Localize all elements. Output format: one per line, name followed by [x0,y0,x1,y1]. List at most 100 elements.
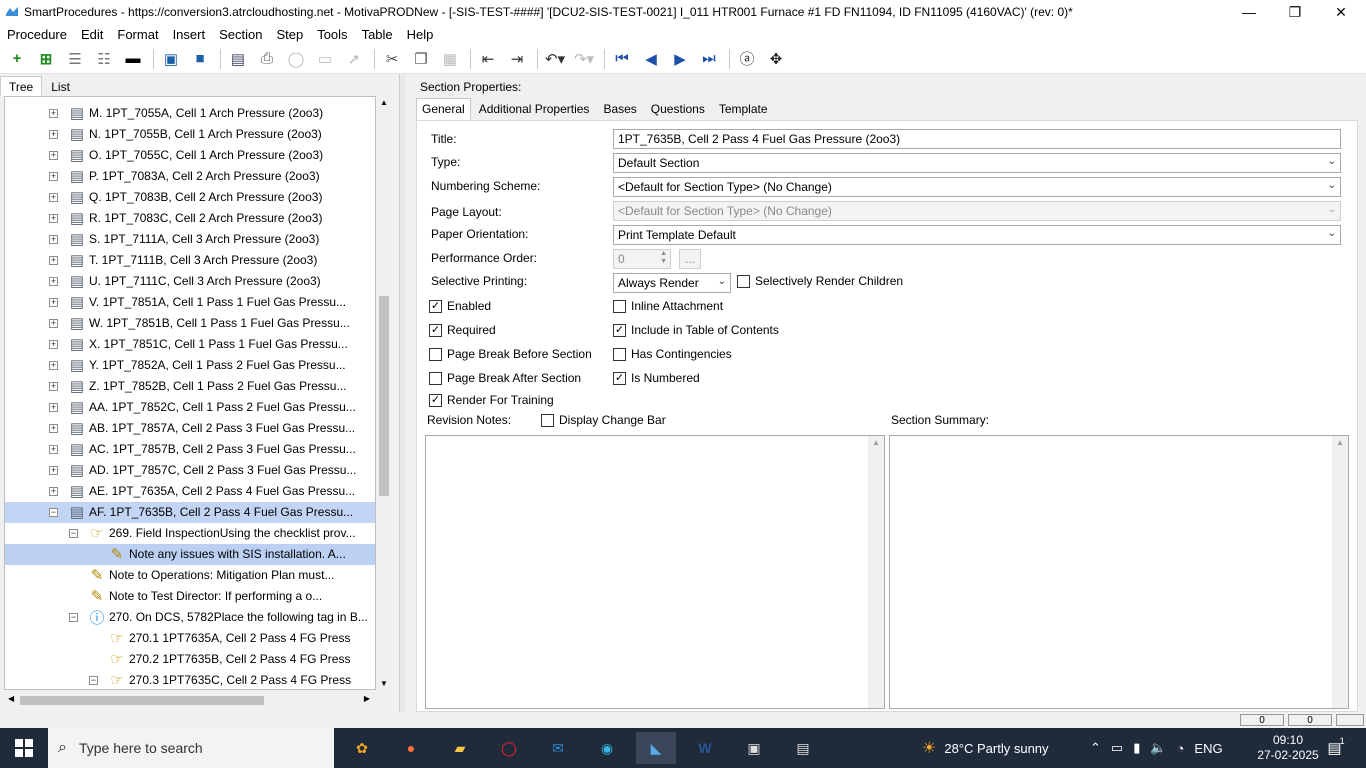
expand-icon[interactable]: + [49,424,58,433]
menu-insert[interactable]: Insert [166,27,213,42]
tree-row[interactable]: ✎ Note any issues with SIS installation. … [5,544,375,565]
expand-icon[interactable]: + [49,361,58,370]
is-numbered-checkbox[interactable]: ✓ Is Numbered [613,371,700,385]
mail-icon[interactable]: ✉ [538,732,578,764]
menu-procedure[interactable]: Procedure [0,27,74,42]
tree-row[interactable]: ✎ Note to Test Director: If performing a … [5,586,375,607]
include-toc-checkbox[interactable]: ✓ Include in Table of Contents [613,323,779,337]
tab-additional-properties[interactable]: Additional Properties [473,98,596,120]
revision-notes-textarea[interactable]: ▲ [425,435,885,709]
clock[interactable]: 09:10 27-02-2025 [1256,728,1320,768]
collapse-icon[interactable]: − [89,676,98,685]
tree-row[interactable]: + ▤ Y. 1PT_7852A, Cell 1 Pass 2 Fuel Gas P… [5,355,375,376]
tree-row[interactable]: + ▤ S. 1PT_7111A, Cell 3 Arch Pressure (2o… [5,229,375,250]
wifi-icon[interactable]: ◔ [1177,741,1185,756]
indent-icon[interactable]: ⇥ [504,47,530,71]
tree-row[interactable]: ✎ Note to Operations: Mitigation Plan mus… [5,565,375,586]
tree-row[interactable]: − ☞ 270.3 1PT7635C, Cell 2 Pass 4 FG Press [5,670,375,689]
save-all-icon[interactable]: ▣ [158,47,184,71]
expand-icon[interactable]: + [49,109,58,118]
pane-splitter[interactable] [399,74,405,714]
previous-icon[interactable]: ◀ [638,47,664,71]
expand-icon[interactable]: + [49,256,58,265]
maximize-button[interactable]: ❐ [1272,0,1318,24]
collapse-icon[interactable]: − [69,613,78,622]
required-checkbox[interactable]: ✓ Required [429,323,496,337]
checkbox-box[interactable] [613,299,626,313]
menu-section[interactable]: Section [212,27,269,42]
scroll-down-icon[interactable]: ▼ [380,679,388,688]
add-icon[interactable]: + [4,47,30,71]
cut-icon[interactable]: ✂ [379,47,405,71]
tree-row[interactable]: + ▤ X. 1PT_7851C, Cell 1 Pass 1 Fuel Gas P… [5,334,375,355]
performance-spinner[interactable]: 0 ▲ ▼ [613,249,671,269]
textarea-scrollbar[interactable]: ▲ [868,436,884,708]
tab-bases[interactable]: Bases [597,98,642,120]
tree-row[interactable]: + ▤ P. 1PT_7083A, Cell 2 Arch Pressure (2o… [5,166,375,187]
file-explorer-icon[interactable]: ▰ [440,732,480,764]
tree-row[interactable]: + ▤ N. 1PT_7055B, Cell 1 Arch Pressure (2o… [5,124,375,145]
checkbox-checked[interactable]: ✓ [429,323,442,337]
outdent-icon[interactable]: ⇤ [475,47,501,71]
expand-icon[interactable]: + [49,151,58,160]
procedure-tree[interactable]: + ▤ M. 1PT_7055A, Cell 1 Arch Pressure (2o… [4,96,376,690]
has-contingencies-checkbox[interactable]: Has Contingencies [613,347,732,361]
scroll-up-icon[interactable]: ▲ [1336,438,1344,447]
resize-grip[interactable] [1336,714,1364,726]
tree-row[interactable]: ☞ 270.2 1PT7635B, Cell 2 Pass 4 FG Press [5,649,375,670]
last-icon[interactable]: ⏭ [696,47,722,71]
menu-format[interactable]: Format [110,27,165,42]
title-field[interactable]: 1PT_7635B, Cell 2 Pass 4 Fuel Gas Pressu… [613,129,1341,149]
menu-table[interactable]: Table [355,27,400,42]
menu-tools[interactable]: Tools [310,27,354,42]
expand-icon[interactable]: + [49,172,58,181]
tab-questions[interactable]: Questions [645,98,711,120]
list-icon[interactable]: ☰ [62,47,88,71]
first-icon[interactable]: ⏮ [609,47,635,71]
tree-vertical-scrollbar[interactable]: ▲ ▼ [376,96,392,690]
expand-icon[interactable]: + [49,193,58,202]
chevron-up-icon[interactable]: ⌃ [1090,740,1101,756]
inline-attachment-checkbox[interactable]: Inline Attachment [613,299,723,313]
menu-help[interactable]: Help [400,27,441,42]
spinner-arrows-icon[interactable]: ▲ ▼ [660,250,667,266]
refresh-icon[interactable]: ◯ [283,47,309,71]
checkbox-box[interactable] [613,347,626,361]
tree-row[interactable]: + ▤ T. 1PT_7111B, Cell 3 Arch Pressure (2o… [5,250,375,271]
close-button[interactable]: ✕ [1318,0,1364,24]
textarea-scrollbar[interactable]: ▲ [1332,436,1348,708]
checkbox-box[interactable] [541,413,554,427]
paste-icon[interactable]: ▦ [437,47,463,71]
save-icon[interactable]: ■ [187,47,213,71]
tree-row[interactable]: + ▤ R. 1PT_7083C, Cell 2 Arch Pressure (2o… [5,208,375,229]
tree-row[interactable]: + ▤ V. 1PT_7851A, Cell 1 Pass 1 Fuel Gas P… [5,292,375,313]
expand-icon[interactable]: + [49,487,58,496]
menu-step[interactable]: Step [269,27,310,42]
move-icon[interactable]: ✥ [763,47,789,71]
tree-row[interactable]: + ▤ AD. 1PT_7857C, Cell 2 Pass 3 Fuel Gas … [5,460,375,481]
tree-row[interactable]: − ☞ 269. Field InspectionUsing the checkli… [5,523,375,544]
tree-row[interactable]: + ▤ W. 1PT_7851B, Cell 1 Pass 1 Fuel Gas P… [5,313,375,334]
tree-row[interactable]: + ▤ U. 1PT_7111C, Cell 3 Arch Pressure (2o… [5,271,375,292]
performance-browse-button[interactable]: ... [679,249,701,269]
network-icon[interactable]: ▭ [1111,740,1123,756]
collapse-icon[interactable]: − [49,508,58,517]
preview-icon[interactable]: ▤ [225,47,251,71]
print-icon[interactable]: ⎙ [254,47,280,71]
expand-icon[interactable]: + [49,130,58,139]
selective-select[interactable]: Always Render ⌄ [613,273,731,293]
app-icon[interactable]: ▤ [783,732,823,764]
firefox-icon[interactable]: ● [391,732,431,764]
menu-edit[interactable]: Edit [74,27,110,42]
render-training-checkbox[interactable]: ✓ Render For Training [429,393,554,407]
expand-icon[interactable]: + [49,235,58,244]
tab-template[interactable]: Template [713,98,774,120]
tree-row[interactable]: + ▤ AE. 1PT_7635A, Cell 2 Pass 4 Fuel Gas … [5,481,375,502]
redo-arrow-icon[interactable]: ➚ [341,47,367,71]
scroll-thumb[interactable] [379,296,389,496]
scroll-up-icon[interactable]: ▲ [872,438,880,447]
tree-row[interactable]: + ▤ AC. 1PT_7857B, Cell 2 Pass 3 Fuel Gas … [5,439,375,460]
page-break-after-checkbox[interactable]: Page Break After Section [429,371,581,385]
expand-icon[interactable]: + [49,340,58,349]
scroll-right-icon[interactable]: ▶ [364,694,370,703]
